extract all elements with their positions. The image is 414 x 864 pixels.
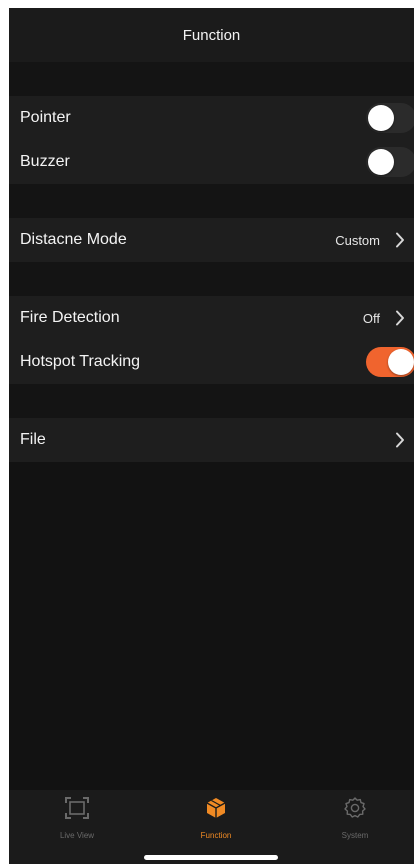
toggle-knob — [368, 149, 394, 175]
hotspot-tracking-row: Hotspot Tracking — [9, 340, 414, 384]
hotspot-tracking-toggle[interactable] — [366, 347, 414, 377]
section-spacer — [9, 184, 414, 218]
detection-settings-group: Fire Detection Off Hotspot Tracking — [9, 296, 414, 384]
section-spacer — [9, 384, 414, 418]
box-icon — [204, 796, 228, 825]
fire-detection-label: Fire Detection — [20, 309, 120, 326]
tab-live-view[interactable]: Live View — [32, 796, 122, 840]
toggle-knob — [388, 349, 414, 375]
app-screen: Function Pointer Buzzer Distacne Mode Cu… — [9, 8, 414, 864]
section-spacer — [9, 62, 414, 96]
general-settings-group: Pointer Buzzer — [9, 96, 414, 184]
tab-label: System — [341, 831, 369, 840]
gear-icon — [343, 796, 367, 825]
pointer-label: Pointer — [20, 109, 71, 126]
hotspot-tracking-label: Hotspot Tracking — [20, 353, 141, 370]
chevron-right-icon — [390, 430, 410, 450]
toggle-knob — [368, 105, 394, 131]
pointer-row: Pointer — [9, 96, 414, 140]
frame-icon — [64, 796, 90, 825]
fire-detection-row[interactable]: Fire Detection Off — [9, 296, 414, 340]
navigation-bar: Function — [9, 8, 414, 62]
buzzer-row: Buzzer — [9, 140, 414, 184]
page-title: Function — [182, 26, 241, 44]
home-indicator — [144, 855, 278, 860]
buzzer-toggle[interactable] — [366, 147, 414, 177]
distance-mode-row[interactable]: Distacne Mode Custom — [9, 218, 414, 262]
pointer-toggle[interactable] — [366, 103, 414, 133]
fire-detection-value: Off — [362, 310, 380, 326]
tab-label: Function — [200, 831, 232, 840]
distance-mode-value: Custom — [335, 232, 380, 248]
distance-mode-label: Distacne Mode — [20, 231, 127, 248]
tab-function[interactable]: Function — [171, 796, 261, 840]
chevron-right-icon — [390, 308, 410, 328]
tab-system[interactable]: System — [310, 796, 400, 840]
tab-bar: Live View Function System — [9, 790, 414, 864]
chevron-right-icon — [390, 230, 410, 250]
file-settings-group: File — [9, 418, 414, 462]
section-spacer — [9, 262, 414, 296]
tab-label: Live View — [59, 831, 95, 840]
file-row[interactable]: File — [9, 418, 414, 462]
file-label: File — [20, 431, 46, 448]
buzzer-label: Buzzer — [20, 153, 70, 170]
distance-settings-group: Distacne Mode Custom — [9, 218, 414, 262]
